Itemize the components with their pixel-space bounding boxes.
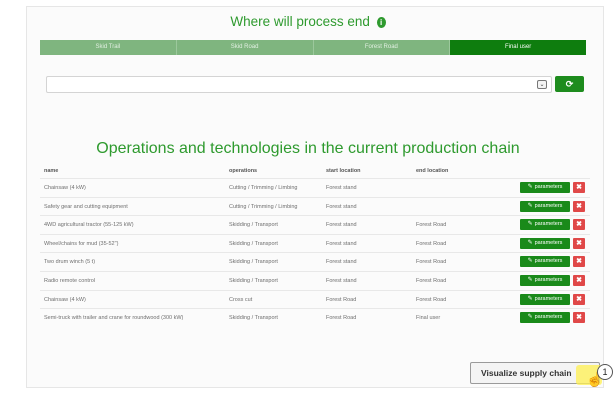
row-start-location: Forest Road <box>326 296 357 303</box>
chevron-down-icon[interactable]: ⌄ <box>537 80 547 89</box>
refresh-button[interactable]: ⟳ <box>555 76 584 92</box>
tab-skid-road[interactable]: Skid Road <box>176 40 314 55</box>
row-end-location: Forest Road <box>416 296 447 303</box>
delete-icon: ✖ <box>576 184 582 191</box>
row-operations: Skidding / Transport <box>229 315 278 322</box>
pencil-icon: ✎ <box>527 184 533 190</box>
row-operations: Skidding / Transport <box>229 240 278 247</box>
technology-select[interactable]: ⌄ <box>46 76 552 93</box>
parameters-button[interactable]: ✎ parameters <box>520 312 570 324</box>
parameters-button[interactable]: ✎ parameters <box>520 200 570 212</box>
table-row: Safety gear and cutting equipment Cuttin… <box>40 196 590 216</box>
row-end-location: Forest Road <box>416 259 447 266</box>
table-row: Wheel/chains for mud (35-52") Skidding /… <box>40 233 590 253</box>
delete-icon: ✖ <box>576 295 582 303</box>
delete-button[interactable]: ✖ <box>573 293 585 305</box>
refresh-icon: ⟳ <box>565 79 574 89</box>
column-header-end: end location <box>416 168 449 174</box>
row-name: Two drum winch (5 t) <box>44 259 96 266</box>
row-start-location: Forest stand <box>326 185 357 191</box>
column-header-start: start location <box>326 168 361 174</box>
delete-icon: ✖ <box>576 314 582 322</box>
table-row: Chainsaw (4 kW) Cross cut Forest Road Fo… <box>40 289 590 309</box>
parameters-label: parameters <box>534 258 563 265</box>
row-end-location: Forest Road <box>416 222 447 229</box>
table-row: Semi-truck with trailer and crane for ro… <box>40 308 590 327</box>
row-operations: Cross cut <box>229 296 253 303</box>
delete-button[interactable]: ✖ <box>573 274 585 286</box>
delete-button[interactable]: ✖ <box>573 182 585 193</box>
row-name: 4WD agricultural tractor (55-125 kW) <box>44 222 134 229</box>
step-marker: 1 <box>597 364 613 380</box>
pencil-icon: ✎ <box>527 276 533 283</box>
tab-forest-road[interactable]: Forest Road <box>313 40 451 55</box>
pencil-icon: ✎ <box>527 202 533 209</box>
parameters-label: parameters <box>534 295 563 302</box>
row-name: Chainsaw (4 kW) <box>44 185 86 191</box>
column-header-operations: operations <box>229 168 258 174</box>
row-name: Radio remote control <box>44 277 96 284</box>
chain-table: Chainsaw (4 kW) Cutting / Trimming / Lim… <box>40 178 590 327</box>
page-title-text: Where will process end <box>230 14 370 29</box>
delete-button[interactable]: ✖ <box>573 256 585 268</box>
delete-icon: ✖ <box>576 221 582 229</box>
row-name: Semi-truck with trailer and crane for ro… <box>44 315 184 322</box>
tab-skid-trail[interactable]: Skid Trail <box>40 40 177 55</box>
delete-icon: ✖ <box>576 202 582 210</box>
chain-title: Operations and technologies in the curre… <box>96 140 520 157</box>
pencil-icon: ✎ <box>527 314 533 321</box>
row-name: Wheel/chains for mud (35-52") <box>44 240 119 247</box>
parameters-label: parameters <box>534 184 563 190</box>
pencil-icon: ✎ <box>527 221 533 228</box>
parameters-button[interactable]: ✎ parameters <box>520 219 570 231</box>
row-operations: Skidding / Transport <box>229 259 278 266</box>
parameters-button[interactable]: ✎ parameters <box>520 182 570 193</box>
column-header-name: name <box>44 168 59 174</box>
delete-icon: ✖ <box>576 258 582 266</box>
parameters-label: parameters <box>534 239 563 246</box>
page-title: Where will process end i <box>0 14 616 29</box>
delete-button[interactable]: ✖ <box>573 237 585 249</box>
row-end-location: Forest Road <box>416 240 447 247</box>
parameters-label: parameters <box>534 276 563 283</box>
row-start-location: Forest stand <box>326 240 357 247</box>
parameters-label: parameters <box>534 314 563 321</box>
info-icon[interactable]: i <box>376 17 386 28</box>
row-start-location: Forest stand <box>326 259 357 266</box>
parameters-label: parameters <box>534 221 563 228</box>
row-name: Safety gear and cutting equipment <box>44 203 128 210</box>
row-start-location: Forest stand <box>326 222 357 229</box>
row-start-location: Forest stand <box>326 277 357 284</box>
row-start-location: Forest Road <box>326 315 357 322</box>
tab-final-user[interactable]: Final user <box>450 40 586 55</box>
delete-icon: ✖ <box>576 239 582 247</box>
delete-button[interactable]: ✖ <box>573 200 585 212</box>
row-operations: Cutting / Trimming / Limbing <box>229 185 298 191</box>
table-row: Radio remote control Skidding / Transpor… <box>40 270 590 290</box>
pencil-icon: ✎ <box>527 295 533 302</box>
parameters-button[interactable]: ✎ parameters <box>520 237 570 249</box>
parameters-label: parameters <box>534 202 563 209</box>
table-row: Chainsaw (4 kW) Cutting / Trimming / Lim… <box>40 178 590 197</box>
parameters-button[interactable]: ✎ parameters <box>520 256 570 268</box>
parameters-button[interactable]: ✎ parameters <box>520 293 570 305</box>
row-operations: Cutting / Trimming / Limbing <box>229 203 298 210</box>
parameters-button[interactable]: ✎ parameters <box>520 274 570 286</box>
row-operations: Skidding / Transport <box>229 222 278 229</box>
visualize-label: Visualize supply chain <box>481 368 572 378</box>
location-tabs: Skid Trail Skid Road Forest Road Final u… <box>40 40 586 55</box>
row-start-location: Forest stand <box>326 203 357 210</box>
delete-button[interactable]: ✖ <box>573 312 585 324</box>
delete-button[interactable]: ✖ <box>573 219 585 231</box>
row-name: Chainsaw (4 kW) <box>44 296 86 303</box>
row-operations: Skidding / Transport <box>229 277 278 284</box>
pencil-icon: ✎ <box>527 258 533 265</box>
table-row: Two drum winch (5 t) Skidding / Transpor… <box>40 252 590 271</box>
table-row: 4WD agricultural tractor (55-125 kW) Ski… <box>40 215 590 234</box>
pencil-icon: ✎ <box>527 239 533 246</box>
row-end-location: Final user <box>416 315 441 322</box>
row-end-location: Forest Road <box>416 277 447 284</box>
delete-icon: ✖ <box>576 276 582 284</box>
